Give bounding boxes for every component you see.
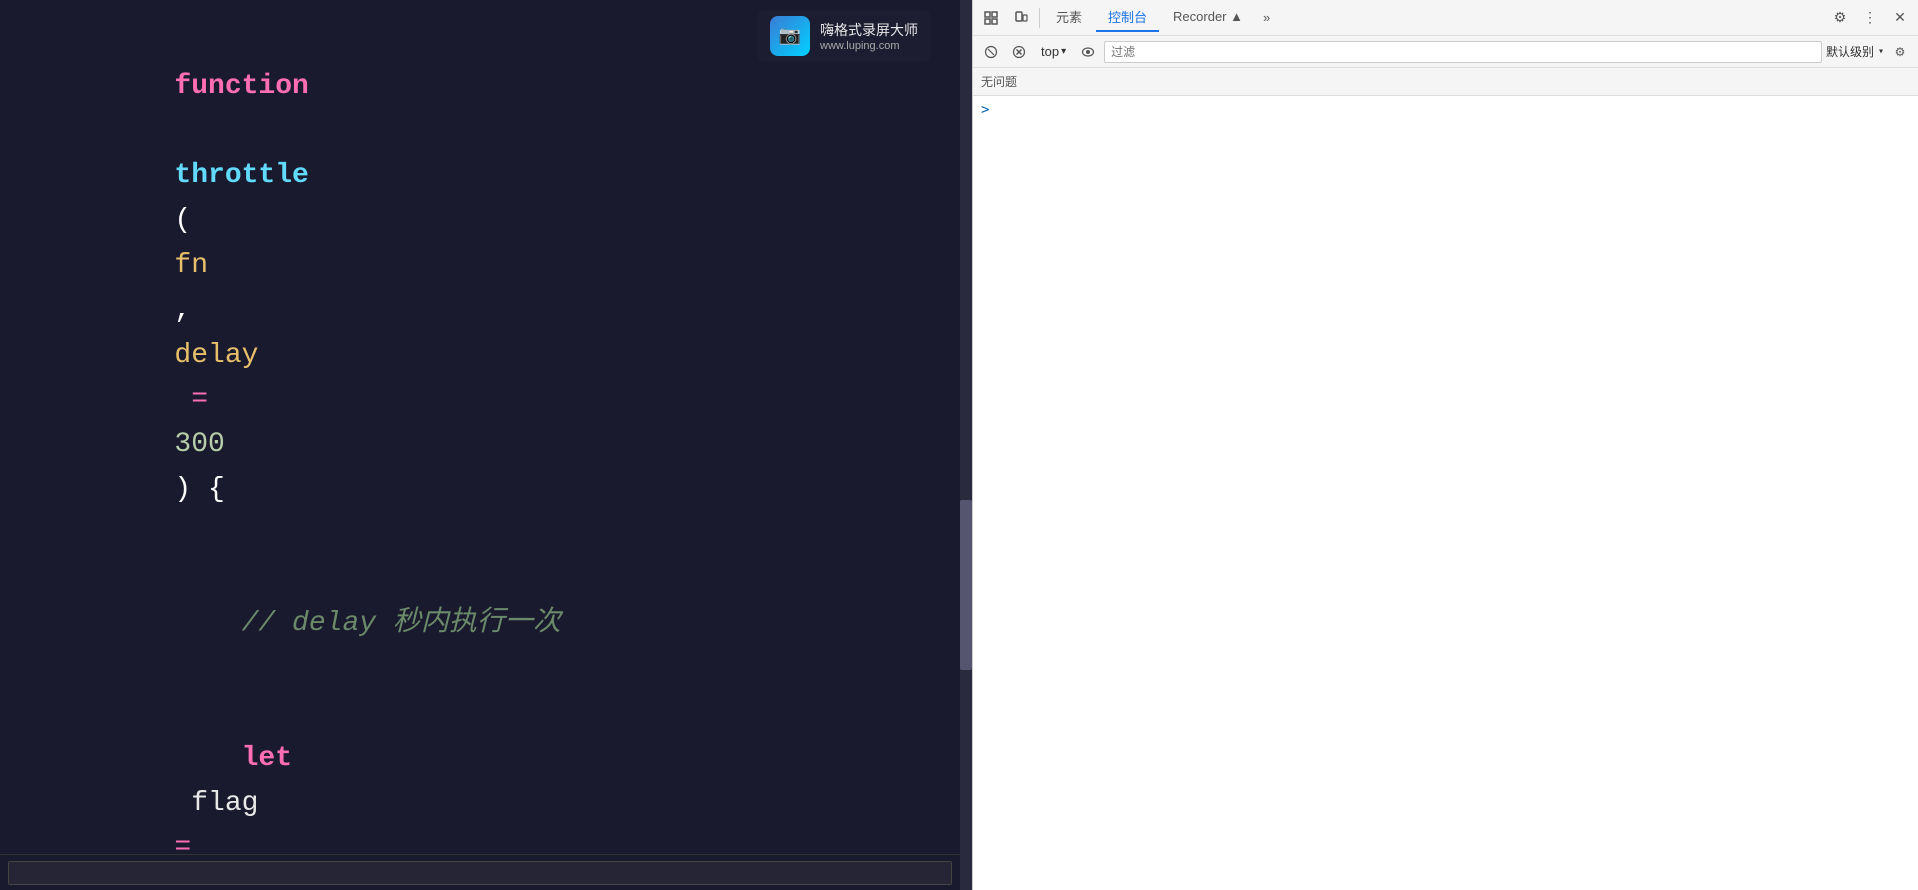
scrollbar-thumb[interactable] — [960, 500, 972, 670]
settings-btn[interactable]: ⚙ — [1826, 4, 1854, 32]
console-prompt: > — [981, 102, 1910, 118]
devtools-toolbar: 元素 控制台 Recorder ▲ » ⚙ ⋮ ✕ — [973, 0, 1918, 36]
left-scrollbar[interactable] — [960, 0, 972, 890]
watermark-text: 嗨格式录屏大师 www.luping.com — [820, 20, 918, 52]
code-line-2: // delay 秒内执行一次 — [40, 558, 920, 692]
tab-more[interactable]: » — [1257, 6, 1276, 29]
num-300: 300 — [174, 429, 224, 460]
top-label: top — [1041, 44, 1059, 59]
code-op: = — [174, 384, 224, 415]
gear-icon: ⚙ — [1834, 9, 1847, 26]
code-text — [174, 116, 191, 147]
console-gear-icon: ⚙ — [1895, 45, 1906, 59]
code-punct: , — [174, 295, 208, 326]
fn-throttle: throttle — [174, 160, 308, 191]
var-flag: flag — [174, 788, 275, 819]
code-panel: function throttle ( fn , delay = 300 ) {… — [0, 0, 960, 890]
level-chevron-icon: ▾ — [1878, 46, 1884, 58]
top-dropdown-btn[interactable]: top ▾ — [1035, 42, 1072, 61]
level-label: 默认级别 — [1826, 43, 1874, 60]
devtools-panel: 元素 控制台 Recorder ▲ » ⚙ ⋮ ✕ — [972, 0, 1918, 890]
top-chevron-icon: ▾ — [1061, 46, 1066, 57]
kw-let: let — [174, 743, 292, 774]
bottom-bar — [0, 854, 960, 890]
close-icon: ✕ — [1894, 9, 1906, 26]
no-issues-label: 无问题 — [981, 73, 1017, 90]
tab-console[interactable]: 控制台 — [1096, 3, 1159, 32]
watermark-url: www.luping.com — [820, 40, 918, 52]
device-toggle-btn[interactable] — [1007, 4, 1035, 32]
console-bar: top ▾ 默认级别 ▾ ⚙ — [973, 36, 1918, 68]
param-delay: delay — [174, 340, 258, 371]
keyword-function: function — [174, 71, 308, 102]
prompt-arrow[interactable]: > — [981, 102, 989, 118]
code-area: function throttle ( fn , delay = 300 ) {… — [0, 0, 960, 890]
camera-icon: 📷 — [779, 25, 801, 47]
tab-recorder[interactable]: Recorder ▲ — [1161, 5, 1255, 30]
main-container: function throttle ( fn , delay = 300 ) {… — [0, 0, 1918, 890]
eye-filter-btn[interactable] — [1076, 40, 1100, 64]
stop-btn[interactable] — [1007, 40, 1031, 64]
param-fn: fn — [174, 250, 208, 281]
filter-input[interactable] — [1104, 41, 1822, 63]
more-vert-icon: ⋮ — [1863, 9, 1877, 26]
tab-elements[interactable]: 元素 — [1044, 3, 1094, 32]
no-issues-bar: 无问题 — [973, 68, 1918, 96]
console-settings-btn[interactable]: ⚙ — [1888, 40, 1912, 64]
clear-console-btn[interactable] — [979, 40, 1003, 64]
more-options-btn[interactable]: ⋮ — [1856, 4, 1884, 32]
bottom-input[interactable] — [8, 861, 952, 885]
watermark-icon: 📷 — [770, 16, 810, 56]
watermark: 📷 嗨格式录屏大师 www.luping.com — [758, 10, 930, 62]
code-punct: ( — [174, 205, 191, 236]
console-content[interactable]: > — [973, 96, 1918, 890]
toolbar-separator-1 — [1039, 8, 1040, 28]
watermark-title: 嗨格式录屏大师 — [820, 20, 918, 40]
close-btn[interactable]: ✕ — [1886, 4, 1914, 32]
code-punct: ) { — [174, 474, 224, 505]
code-line-1: function throttle ( fn , delay = 300 ) { — [40, 20, 920, 558]
toolbar-right-icons: ⚙ ⋮ ✕ — [1826, 4, 1914, 32]
comment-line: // delay 秒内执行一次 — [174, 608, 560, 639]
inspect-icon-btn[interactable] — [977, 4, 1005, 32]
